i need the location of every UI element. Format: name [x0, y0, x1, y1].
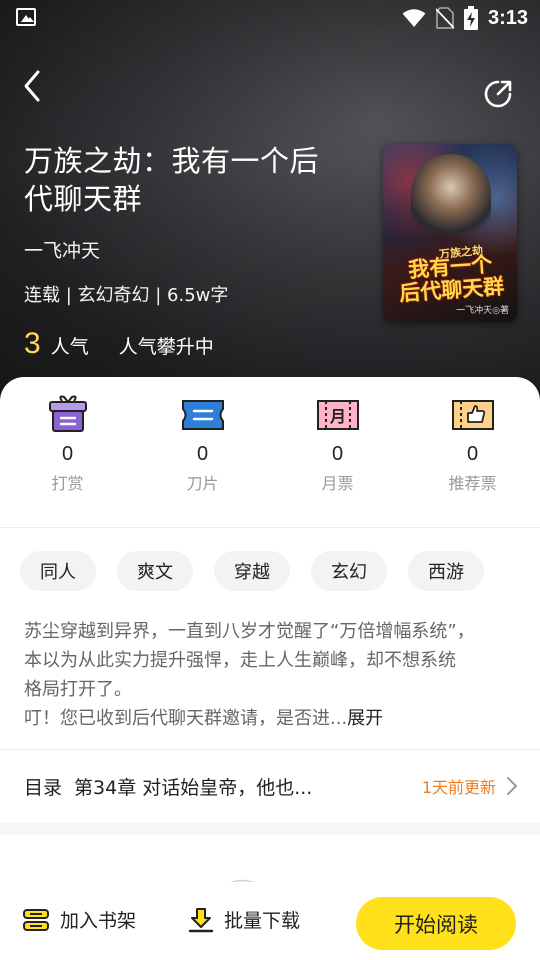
- back-button[interactable]: [14, 68, 54, 108]
- summary-line: 苏尘穿越到异界，一直到八岁才觉醒了“万倍增幅系统”，: [24, 621, 475, 642]
- add-to-shelf-button[interactable]: 加入书架: [22, 906, 136, 933]
- latest-chapter: 第34章 对话始皇帝，他也...: [74, 776, 313, 799]
- chevron-right-icon: [507, 777, 517, 795]
- tag-chip[interactable]: 爽文: [117, 551, 193, 591]
- popularity-label: 人气: [50, 336, 89, 358]
- expand-link[interactable]: 展开: [347, 708, 383, 729]
- share-icon: [484, 80, 512, 108]
- cover-author-text: 一飞冲天◎著: [456, 306, 509, 316]
- summary-line-last: 叮！您已收到后代聊天群邀请，是否进...展开: [24, 704, 516, 733]
- status-right: 3:13: [402, 6, 528, 30]
- stats-row: 0 打赏 0 刀片 月 0 月票 0 推荐票: [0, 395, 540, 505]
- stat-monthly-ticket[interactable]: 月 0 月票: [270, 395, 405, 505]
- stat-value: 0: [196, 443, 209, 465]
- catalog-row[interactable]: 目录 第34章 对话始皇帝，他也... 1天前更新: [0, 749, 540, 823]
- tag-chip[interactable]: 穿越: [214, 551, 290, 591]
- monthly-ticket-icon: 月: [316, 400, 359, 430]
- stat-label: 打赏: [51, 474, 84, 493]
- no-sim-icon: [435, 7, 454, 29]
- book-author[interactable]: 一飞冲天: [24, 236, 344, 263]
- summary-line: 格局打开了。: [24, 679, 132, 700]
- thumbs-up-ticket-icon: [451, 400, 494, 430]
- stat-value: 0: [331, 443, 344, 465]
- bottom-action-bar: 加入书架 批量下载 开始阅读: [0, 882, 540, 960]
- share-button[interactable]: [482, 68, 522, 108]
- monthly-ticket-glyph: 月: [328, 407, 345, 426]
- batch-download-button[interactable]: 批量下载: [188, 906, 300, 933]
- book-info: 万族之劫：我有一个后代聊天群 一飞冲天 连载 | 玄幻奇幻 | 6.5w字 3 …: [24, 142, 344, 361]
- status-bar: 3:13: [0, 0, 540, 36]
- popularity-status: 人气攀升中: [118, 336, 214, 358]
- book-meta: 连载 | 玄幻奇幻 | 6.5w字: [24, 285, 229, 306]
- book-cover[interactable]: 万族之劫 我有一个 后代聊天群 一飞冲天◎著: [383, 144, 517, 322]
- tag-chip[interactable]: 西游: [408, 551, 484, 591]
- tag-chip[interactable]: 玄幻: [311, 551, 387, 591]
- stat-recommend-ticket[interactable]: 0 推荐票: [405, 395, 540, 505]
- stat-label: 刀片: [186, 474, 219, 493]
- popularity-value: 3: [24, 327, 41, 360]
- popularity-row: 3 人气 人气攀升中: [24, 327, 344, 361]
- start-reading-button[interactable]: 开始阅读: [356, 897, 516, 950]
- book-summary[interactable]: 苏尘穿越到异界，一直到八岁才觉醒了“万倍增幅系统”， 本以为从此实力提升强悍，走…: [24, 617, 516, 733]
- wifi-icon: [402, 9, 426, 27]
- add-to-shelf-label: 加入书架: [60, 910, 137, 932]
- update-time: 1天前更新: [421, 778, 496, 797]
- summary-line: 叮！您已收到后代聊天群邀请，是否进...: [24, 708, 348, 729]
- tag-chip[interactable]: 同人: [20, 551, 96, 591]
- bookshelf-icon: [23, 908, 49, 931]
- batch-download-label: 批量下载: [224, 910, 301, 932]
- stat-value: 0: [61, 443, 74, 465]
- stat-blade[interactable]: 0 刀片: [135, 395, 270, 505]
- gift-icon: [48, 395, 87, 432]
- book-title: 万族之劫：我有一个后代聊天群: [24, 144, 320, 216]
- summary-line: 本以为从此实力提升强悍，走上人生巅峰，却不想系统: [24, 650, 456, 671]
- image-icon: [16, 8, 36, 26]
- stat-label: 推荐票: [448, 474, 497, 493]
- stat-value: 0: [466, 443, 479, 465]
- back-arrow-icon: [24, 70, 40, 102]
- stat-reward[interactable]: 0 打赏: [0, 395, 135, 505]
- ticket-icon: [181, 400, 224, 430]
- top-bar: [0, 60, 540, 116]
- cover-title-text: 我有一个 后代聊天群: [392, 252, 511, 306]
- battery-charging-icon: [463, 6, 478, 30]
- section-gap: [0, 823, 540, 835]
- detail-sheet: 0 打赏 0 刀片 月 0 月票 0 推荐票 同人 爽文 穿越 玄幻 西游 苏尘…: [0, 377, 540, 960]
- cover-character-art: [411, 154, 491, 249]
- download-icon: [188, 907, 214, 932]
- status-time: 3:13: [487, 6, 528, 29]
- catalog-label: 目录: [24, 776, 63, 799]
- stat-label: 月票: [321, 474, 354, 493]
- divider: [0, 527, 540, 528]
- tag-list: 同人 爽文 穿越 玄幻 西游: [20, 551, 484, 591]
